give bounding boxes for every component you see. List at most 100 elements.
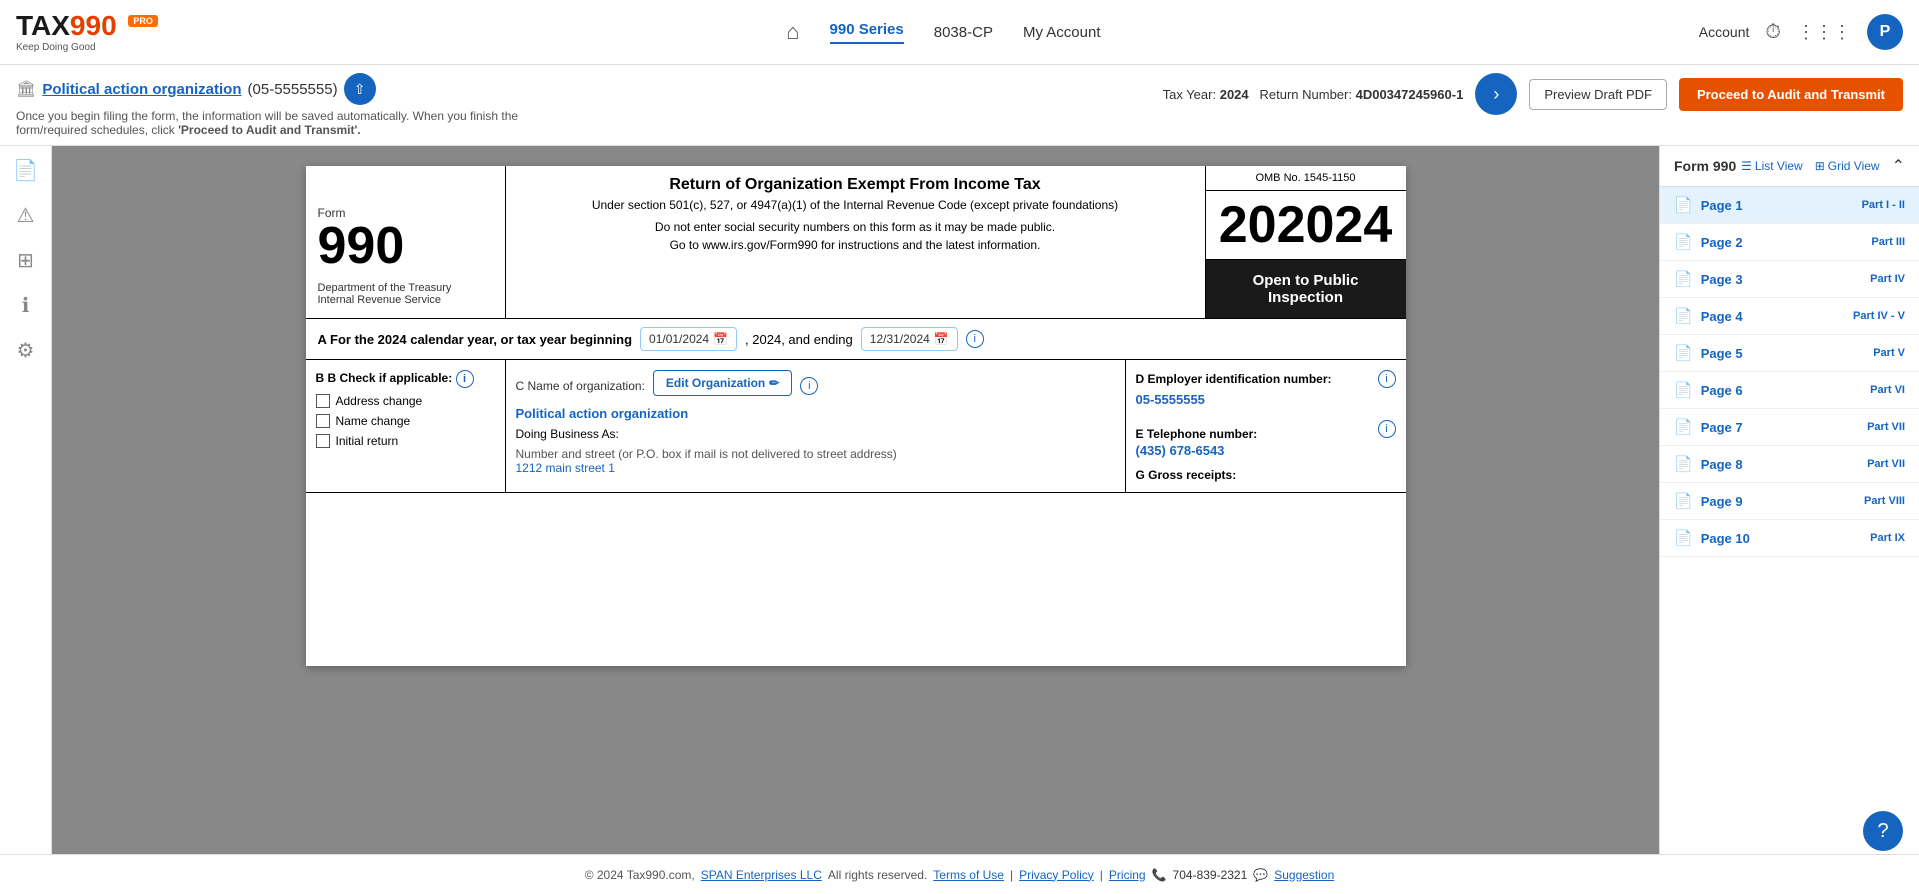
phone-label: E Telephone number: bbox=[1136, 427, 1258, 441]
section-c: C Name of organization: Edit Organizatio… bbox=[506, 360, 1126, 492]
page-nav-item-1[interactable]: 📄 Page 1 Part I - II bbox=[1660, 187, 1919, 224]
right-sidebar: Form 990 ☰ List View ⊞ Grid View ⌃ 📄 Pag… bbox=[1659, 146, 1919, 854]
nav-my-account[interactable]: My Account bbox=[1023, 24, 1101, 41]
sub-header: 🏛 Political action organization (05-5555… bbox=[0, 65, 1919, 146]
home-icon[interactable]: ⌂ bbox=[786, 19, 799, 45]
logo-990: 990 bbox=[70, 10, 117, 41]
nav-990-series[interactable]: 990 Series bbox=[830, 21, 904, 44]
form-area: Form 990 Department of the Treasury Inte… bbox=[52, 146, 1659, 854]
next-arrow-button[interactable]: › bbox=[1475, 73, 1517, 115]
footer-span-link[interactable]: SPAN Enterprises LLC bbox=[701, 868, 822, 882]
page-num-10: Page 10 bbox=[1701, 531, 1750, 546]
name-change-checkbox[interactable] bbox=[316, 414, 330, 428]
address-field-label: Number and street (or P.O. box if mail i… bbox=[516, 447, 1115, 461]
initial-return-checkbox[interactable] bbox=[316, 434, 330, 448]
footer-separator2: | bbox=[1100, 868, 1103, 882]
footer-suggestion-link[interactable]: Suggestion bbox=[1274, 868, 1334, 882]
page-nav-item-7[interactable]: 📄 Page 7 Part VII bbox=[1660, 409, 1919, 446]
settings-icon[interactable]: ⚙ bbox=[17, 338, 35, 363]
proceed-audit-button[interactable]: Proceed to Audit and Transmit bbox=[1679, 78, 1903, 111]
form-year-display: 202024 bbox=[1206, 191, 1406, 260]
part-badge-5: Part V bbox=[1873, 347, 1905, 359]
info-icon[interactable]: ℹ bbox=[22, 293, 30, 318]
form-main-title: Return of Organization Exempt From Incom… bbox=[516, 176, 1195, 194]
page-num-3: Page 3 bbox=[1701, 272, 1743, 287]
part-badge-7: Part VII bbox=[1867, 421, 1905, 433]
grid-icon: ⊞ bbox=[1815, 159, 1825, 173]
calendar-icon-end[interactable]: 📅 bbox=[934, 332, 949, 346]
footer-terms-link[interactable]: Terms of Use bbox=[933, 868, 1004, 882]
page-nav-item-5[interactable]: 📄 Page 5 Part V bbox=[1660, 335, 1919, 372]
form-number: 990 bbox=[318, 220, 493, 272]
page-doc-icon-5: 📄 bbox=[1674, 344, 1693, 362]
cal-year-info-icon[interactable]: i bbox=[966, 330, 984, 348]
help-bubble[interactable]: ? bbox=[1863, 811, 1903, 851]
end-date-input[interactable]: 12/31/2024 📅 bbox=[861, 327, 958, 351]
footer-pricing-link[interactable]: Pricing bbox=[1109, 868, 1146, 882]
page-doc-icon-1: 📄 bbox=[1674, 196, 1693, 214]
page-nav-item-8[interactable]: 📄 Page 8 Part VII bbox=[1660, 446, 1919, 483]
page-num-8: Page 8 bbox=[1701, 457, 1743, 472]
page-nav-item-3[interactable]: 📄 Page 3 Part IV bbox=[1660, 261, 1919, 298]
ein-label: D Employer identification number: bbox=[1136, 372, 1332, 386]
page-nav-item-6[interactable]: 📄 Page 6 Part VI bbox=[1660, 372, 1919, 409]
start-date-input[interactable]: 01/01/2024 📅 bbox=[640, 327, 737, 351]
checkbox-initial-return: Initial return bbox=[316, 434, 495, 448]
edit-icon: ✏ bbox=[769, 376, 779, 390]
section-bcd-row: B B Check if applicable: i Address chang… bbox=[306, 360, 1406, 493]
warning-icon[interactable]: ⚠ bbox=[17, 203, 35, 228]
phone-icon: 📞 bbox=[1152, 868, 1167, 882]
sub-header-actions: Tax Year: 2024 Return Number: 4D00347245… bbox=[1163, 73, 1903, 115]
grid-view-button[interactable]: ⊞ Grid View bbox=[1815, 159, 1880, 173]
page-num-1: Page 1 bbox=[1701, 198, 1743, 213]
name-change-label: Name change bbox=[336, 414, 411, 428]
section-b-label: B B Check if applicable: i bbox=[316, 370, 495, 388]
gross-receipts-label: G Gross receipts: bbox=[1136, 468, 1396, 482]
collapse-button[interactable]: ⇧ bbox=[344, 73, 376, 105]
part-badge-2: Part III bbox=[1871, 236, 1905, 248]
footer-privacy-link[interactable]: Privacy Policy bbox=[1019, 868, 1094, 882]
page-nav-item-2[interactable]: 📄 Page 2 Part III bbox=[1660, 224, 1919, 261]
footer-rights: All rights reserved. bbox=[828, 868, 927, 882]
list-view-button[interactable]: ☰ List View bbox=[1741, 159, 1803, 173]
ein-info-icon[interactable]: i bbox=[1378, 370, 1396, 388]
file-icon[interactable]: 📄 bbox=[13, 158, 38, 183]
footer: © 2024 Tax990.com, SPAN Enterprises LLC … bbox=[0, 854, 1919, 894]
page-doc-icon-10: 📄 bbox=[1674, 529, 1693, 547]
logo[interactable]: TAX990 PRO bbox=[16, 12, 158, 40]
page-doc-icon-6: 📄 bbox=[1674, 381, 1693, 399]
page-nav-item-4[interactable]: 📄 Page 4 Part IV - V bbox=[1660, 298, 1919, 335]
public-inspection-label: Open to Public Inspection bbox=[1206, 260, 1406, 318]
page-num-2: Page 2 bbox=[1701, 235, 1743, 250]
org-name-link[interactable]: Political action organization bbox=[42, 81, 241, 98]
sidebar-collapse-icon[interactable]: ⌃ bbox=[1892, 156, 1905, 176]
page-doc-icon-4: 📄 bbox=[1674, 307, 1693, 325]
part-badge-10: Part IX bbox=[1870, 532, 1905, 544]
suggestion-chat-icon: 💬 bbox=[1253, 868, 1268, 882]
page-num-6: Page 6 bbox=[1701, 383, 1743, 398]
section-b-info-icon[interactable]: i bbox=[456, 370, 474, 388]
org-info: 🏛 Political action organization (05-5555… bbox=[16, 73, 518, 137]
return-number: 4D00347245960-1 bbox=[1356, 87, 1464, 102]
part-badge-3: Part IV bbox=[1870, 273, 1905, 285]
grid-apps-icon[interactable]: ⋮⋮⋮ bbox=[1797, 22, 1851, 43]
user-avatar[interactable]: P bbox=[1867, 14, 1903, 50]
section-c-info-icon[interactable]: i bbox=[800, 377, 818, 395]
preview-draft-button[interactable]: Preview Draft PDF bbox=[1529, 79, 1667, 110]
grid-form-icon[interactable]: ⊞ bbox=[17, 248, 34, 273]
org-icon: 🏛 bbox=[16, 79, 36, 99]
tax-year-value: 2024 bbox=[1220, 87, 1249, 102]
nav-8038cp[interactable]: 8038-CP bbox=[934, 24, 993, 41]
edit-organization-button[interactable]: Edit Organization ✏ bbox=[653, 370, 792, 396]
section-b: B B Check if applicable: i Address chang… bbox=[306, 360, 506, 492]
page-nav-item-10[interactable]: 📄 Page 10 Part IX bbox=[1660, 520, 1919, 557]
address-change-checkbox[interactable] bbox=[316, 394, 330, 408]
phone-info-icon[interactable]: i bbox=[1378, 420, 1396, 438]
calendar-icon[interactable]: 📅 bbox=[713, 332, 728, 346]
page-nav-item-9[interactable]: 📄 Page 9 Part VIII bbox=[1660, 483, 1919, 520]
part-badge-8: Part VII bbox=[1867, 458, 1905, 470]
ein-value: 05-5555555 bbox=[1136, 392, 1396, 407]
logo-area: TAX990 PRO Keep Doing Good bbox=[16, 12, 158, 53]
part-badge-4: Part IV - V bbox=[1853, 310, 1905, 322]
org-ein: (05-5555555) bbox=[248, 81, 338, 98]
